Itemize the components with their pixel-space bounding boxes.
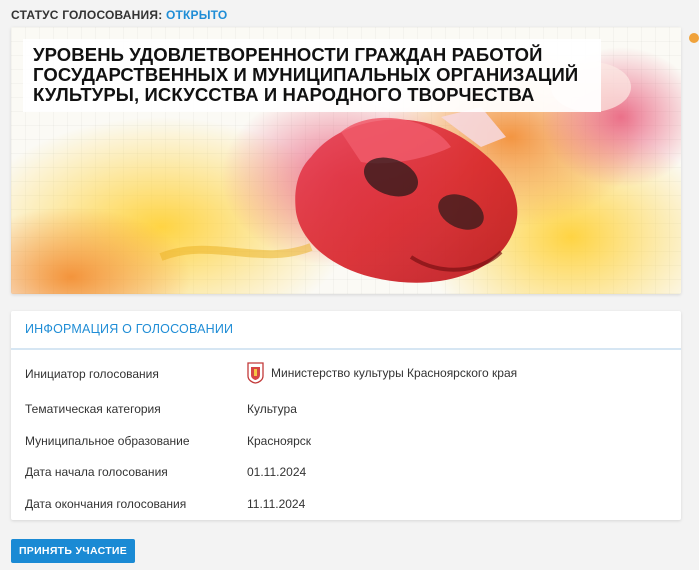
info-label: Дата окончания голосования [25, 497, 187, 511]
info-value: Культура [247, 402, 297, 416]
decorative-dot [689, 33, 699, 43]
participate-button[interactable]: ПРИНЯТЬ УЧАСТИЕ [11, 539, 135, 563]
voting-status-label: СТАТУС ГОЛОСОВАНИЯ: [11, 8, 163, 22]
info-value: Министерство культуры Красноярского края [271, 366, 518, 380]
info-value: Красноярск [247, 434, 312, 448]
info-label: Дата начала голосования [25, 465, 168, 479]
info-label: Тематическая категория [25, 402, 161, 416]
info-value: 01.11.2024 [247, 465, 307, 479]
coat-of-arms-icon [247, 362, 264, 384]
poll-title: УРОВЕНЬ УДОВЛЕТВОРЕННОСТИ ГРАЖДАН РАБОТО… [23, 39, 601, 112]
poll-banner: УРОВЕНЬ УДОВЛЕТВОРЕННОСТИ ГРАЖДАН РАБОТО… [11, 27, 681, 294]
voting-info-panel: ИНФОРМАЦИЯ О ГОЛОСОВАНИИ Инициатор голос… [11, 311, 681, 520]
info-value: 11.11.2024 [247, 497, 306, 511]
info-label: Муниципальное образование [25, 434, 190, 448]
voting-info-header: ИНФОРМАЦИЯ О ГОЛОСОВАНИИ [11, 311, 681, 350]
voting-status-value: ОТКРЫТО [165, 8, 228, 22]
info-label: Инициатор голосования [25, 367, 159, 381]
voting-status: СТАТУС ГОЛОСОВАНИЯ: ОТКРЫТО [11, 8, 227, 22]
